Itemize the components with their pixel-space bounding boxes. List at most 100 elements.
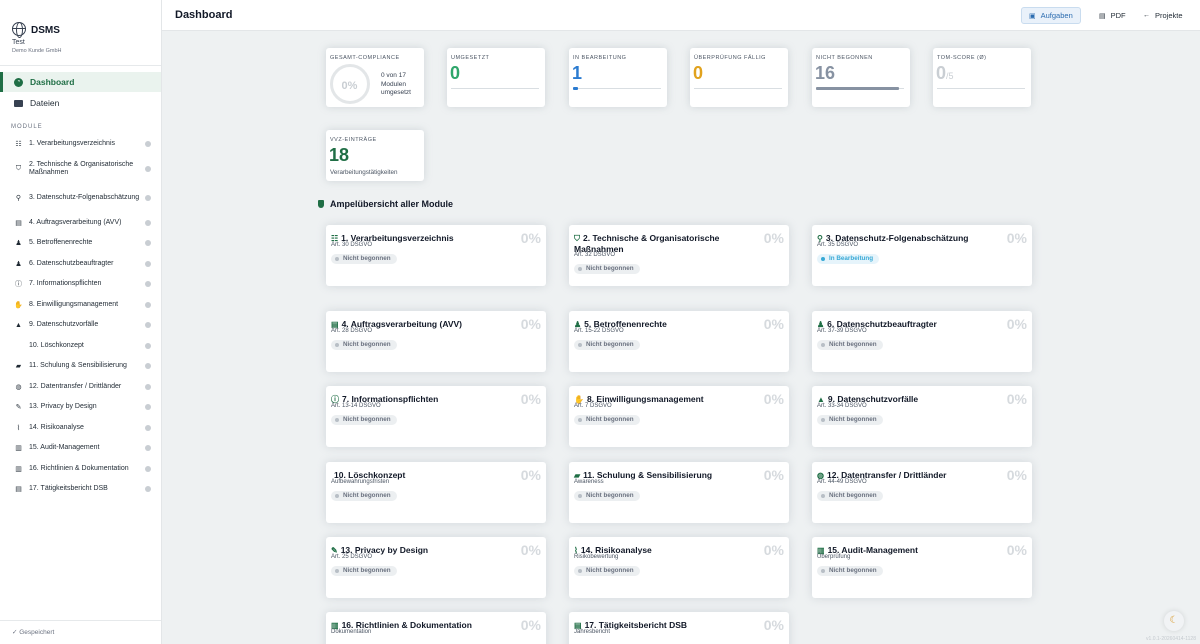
info-icon: ⓘ xyxy=(15,281,22,289)
kpi-progress-fill xyxy=(816,87,899,90)
kpi-label: ÜBERPRÜFUNG FÄLLIG xyxy=(694,55,766,61)
sidebar-module-item[interactable]: ▤ 4. Auftragsverarbeitung (AVV) xyxy=(0,213,161,234)
sidebar-module-item[interactable]: ✋ 8. Einwilligungsmanagement xyxy=(0,295,161,316)
kpi-vvz-entries: VVZ-EINTRÄGE 18 Verarbeitungstätigkeiten xyxy=(326,130,424,181)
compliance-text: 0 von 17 Modulen umgesetzt xyxy=(381,72,411,96)
shield-icon: ⛉ xyxy=(15,165,22,172)
module-list: ☷ 1. Verarbeitungsverzeichnis ⛉ 2. Technisc… xyxy=(0,134,161,500)
user-icon: ♟ xyxy=(15,260,22,268)
module-card[interactable]: ⛉ 2. Technische & Organisatorische Maßnah… xyxy=(569,225,789,286)
sidebar-module-item[interactable]: 10. Löschkonzept xyxy=(0,336,161,357)
module-card[interactable]: ✋ 8. Einwilligungsmanagement Art. 7 DSGVO 0… xyxy=(569,386,789,447)
brand: DSMS Test Demo Kunde GmbH xyxy=(0,0,161,66)
module-card[interactable]: ▲ 9. Datenschutzvorfälle Art. 33-34 DSGVO 0… xyxy=(812,386,1032,447)
nav-item-files[interactable]: Dateien xyxy=(0,93,161,113)
module-card[interactable]: ▥ 15. Audit-Management Überprüfung 0% Nicht … xyxy=(812,537,1032,598)
compliance-ring: 0% xyxy=(330,64,370,104)
module-card-percent: 0% xyxy=(520,467,541,483)
module-card[interactable]: ▤ 17. Tätigkeitsbericht DSB Jahresbericht 0… xyxy=(569,612,789,644)
sidebar-module-label: 7. Informationspflichten xyxy=(29,280,102,287)
status-badge: Nicht begonnen xyxy=(817,566,883,576)
kpi-value: 0 xyxy=(450,63,461,83)
sidebar-module-item[interactable]: ⛉ 2. Technische & Organisatorische Maßnah… xyxy=(0,155,161,184)
nav-label: Dateien xyxy=(30,98,60,108)
status-dot xyxy=(145,240,151,247)
status-dot xyxy=(145,281,151,288)
sidebar-module-item[interactable]: ▥ 15. Audit-Management xyxy=(0,438,161,459)
sidebar-module-label: 3. Datenschutz-Folgenabschätzung xyxy=(29,193,140,201)
chart-line-icon: ⌇ xyxy=(16,424,21,432)
nav-item-dashboard[interactable]: ◔ Dashboard xyxy=(0,72,161,92)
hand-icon: ✋ xyxy=(14,301,23,309)
module-card-subtitle: Art. 13-14 DSGVO xyxy=(331,403,381,409)
status-badge: Nicht begonnen xyxy=(331,340,397,350)
kpi-done: UMGESETZT 0 xyxy=(447,48,545,107)
version-label: v1.0.1-20260414-1128 xyxy=(1146,636,1196,642)
module-card[interactable]: ☷ 1. Verarbeitungsverzeichnis Art. 30 DSGV… xyxy=(326,225,546,286)
sidebar-module-item[interactable]: ⚲ 3. Datenschutz-Folgenabschätzung xyxy=(0,184,161,213)
page-title: Dashboard xyxy=(175,9,233,21)
user-check-icon: ♟ xyxy=(15,240,22,248)
module-card[interactable]: ⌇ 14. Risikoanalyse Risikobewertung 0% Nicht… xyxy=(569,537,789,598)
module-card-subtitle: Art. 28 DSGVO xyxy=(331,328,373,334)
module-card[interactable]: ⚲ 3. Datenschutz-Folgenabschätzung Art. 35… xyxy=(812,225,1032,286)
search-icon: ⚲ xyxy=(15,195,22,202)
sidebar-module-item[interactable]: ▰ 11. Schulung & Sensibilisierung xyxy=(0,356,161,377)
sidebar-module-item[interactable]: ♟ 6. Datenschutzbeauftragter xyxy=(0,254,161,275)
kpi-value: 0/5 xyxy=(936,63,954,84)
traffic-light-icon xyxy=(318,200,324,208)
module-card-percent: 0% xyxy=(1006,316,1027,332)
main-nav: ◔ Dashboard Dateien xyxy=(0,72,161,114)
sidebar-module-label: 12. Datentransfer / Drittländer xyxy=(29,382,122,390)
sidebar-module-item[interactable]: ⌇ 14. Risikoanalyse xyxy=(0,418,161,439)
folder-icon xyxy=(14,99,23,108)
file-pdf-icon: ▤ xyxy=(1099,12,1106,20)
module-card[interactable]: ✎ 13. Privacy by Design Art. 25 DSGVO 0% Nic… xyxy=(326,537,546,598)
status-dot xyxy=(145,260,151,267)
module-card[interactable]: ♟ 6. Datenschutzbeauftragter Art. 37-39 DS… xyxy=(812,311,1032,372)
sidebar-module-item[interactable]: ▲ 9. Datenschutzvorfälle xyxy=(0,315,161,336)
module-card-percent: 0% xyxy=(520,617,541,633)
sidebar-module-item[interactable]: ☷ 1. Verarbeitungsverzeichnis xyxy=(0,134,161,155)
kpi-not-started: NICHT BEGONNEN 16 xyxy=(812,48,910,107)
module-card[interactable]: ▤ 4. Auftragsverarbeitung (AVV) Art. 28 DS… xyxy=(326,311,546,372)
save-status: ✓ Gespeichert xyxy=(12,629,55,636)
sidebar-module-label: 4. Auftragsverarbeitung (AVV) xyxy=(29,218,122,226)
nav-label: Dashboard xyxy=(30,77,75,87)
module-card-percent: 0% xyxy=(763,542,784,558)
graduation-icon: ▰ xyxy=(15,363,22,371)
module-card[interactable]: ▰ 11. Schulung & Sensibilisierung Awarenes… xyxy=(569,462,789,523)
tasks-label: Aufgaben xyxy=(1040,11,1073,20)
module-card-percent: 0% xyxy=(763,617,784,633)
tasks-button[interactable]: ▣ Aufgaben xyxy=(1021,7,1081,24)
sidebar-module-item[interactable]: ◍ 12. Datentransfer / Drittländer xyxy=(0,377,161,398)
module-card-percent: 0% xyxy=(1006,467,1027,483)
module-card-percent: 0% xyxy=(1006,230,1027,246)
shield-icon: ⛉ xyxy=(574,234,580,243)
status-dot xyxy=(145,424,151,431)
brand-subtitle: Demo Kunde GmbH xyxy=(12,48,62,54)
module-card[interactable]: ♟ 5. Betroffenenrechte Art. 15-22 DSGVO 0% N… xyxy=(569,311,789,372)
status-dot xyxy=(145,486,151,493)
sidebar-module-item[interactable]: ⓘ 7. Informationspflichten xyxy=(0,274,161,295)
module-card[interactable]: ▥ 16. Richtlinien & Dokumentation Dokument… xyxy=(326,612,546,644)
kpi-label: NICHT BEGONNEN xyxy=(816,55,873,61)
module-card[interactable]: 10. Löschkonzept Aufbewahrungsfristen 0% Ni… xyxy=(326,462,546,523)
module-card[interactable]: ◍ 12. Datentransfer / Drittländer Art. 44-… xyxy=(812,462,1032,523)
status-badge: In Bearbeitung xyxy=(817,254,880,264)
status-badge: Nicht begonnen xyxy=(331,491,397,501)
sidebar-module-label: 6. Datenschutzbeauftragter xyxy=(29,259,114,267)
sidebar-module-item[interactable]: ✎ 13. Privacy by Design xyxy=(0,397,161,418)
sidebar-module-item[interactable]: ▥ 16. Richtlinien & Dokumentation xyxy=(0,459,161,480)
sidebar-module-item[interactable]: ♟ 5. Betroffenenrechte xyxy=(0,233,161,254)
projects-button[interactable]: ← Projekte xyxy=(1136,7,1190,24)
status-badge: Nicht begonnen xyxy=(817,491,883,501)
kpi-progress-fill xyxy=(573,87,579,90)
pdf-button[interactable]: ▤ PDF xyxy=(1092,7,1133,24)
theme-toggle-button[interactable]: ☾ xyxy=(1164,611,1184,631)
kpi-subtext: Verarbeitungstätigkeiten xyxy=(330,169,398,176)
globe-icon: ◍ xyxy=(15,383,22,391)
module-card-subtitle: Risikobewertung xyxy=(574,554,619,560)
module-card[interactable]: ⓘ 7. Informationspflichten Art. 13-14 DSGV… xyxy=(326,386,546,447)
sidebar-module-item[interactable]: ▤ 17. Tätigkeitsbericht DSB xyxy=(0,479,161,500)
